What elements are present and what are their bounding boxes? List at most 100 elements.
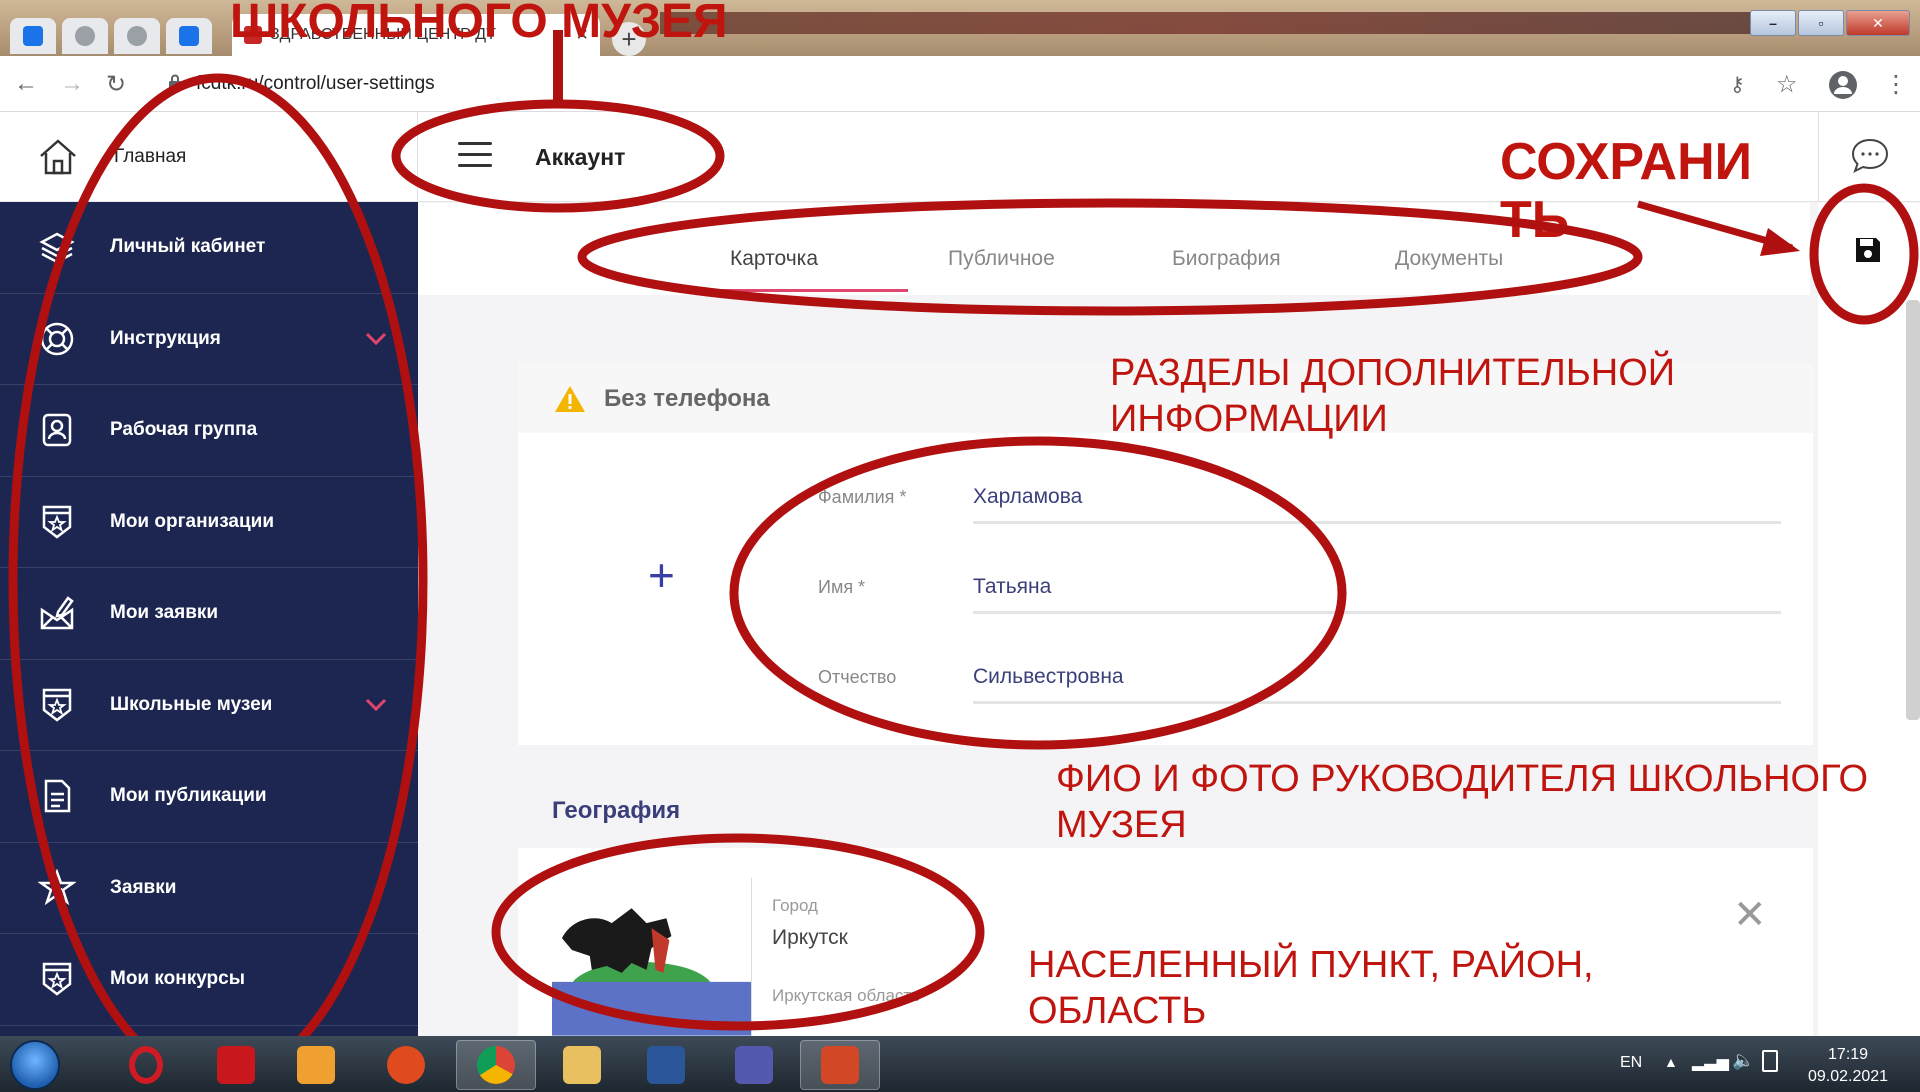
taskbar-app-3[interactable] <box>280 1040 352 1090</box>
chevron-down-icon[interactable] <box>364 326 388 350</box>
tab-public[interactable]: Публичное <box>948 247 1055 271</box>
chevron-down-icon[interactable] <box>364 692 388 716</box>
pinned-tab-globe-1[interactable] <box>62 18 108 54</box>
minimize-button[interactable]: – <box>1750 10 1796 36</box>
warning-text: Без телефона <box>604 385 770 412</box>
taskbar-opera[interactable] <box>110 1040 182 1090</box>
patronymic-field[interactable]: Сильвестровна <box>973 665 1124 689</box>
tray-time: 17:19 <box>1828 1046 1869 1063</box>
sidebar-item-home[interactable]: Главная <box>0 112 418 202</box>
annotation-save-line1: СОХРАНИ <box>1500 133 1753 191</box>
city-label: Город <box>772 896 818 915</box>
sidebar: Главная Личный кабинет Инструкция Рабоча… <box>0 112 418 1036</box>
page-scrollbar[interactable] <box>1906 300 1920 720</box>
windows-start-icon[interactable] <box>10 1040 60 1090</box>
lock-icon <box>169 74 181 91</box>
window-controls: – ▫ ✕ <box>1750 10 1910 36</box>
tray-network-icon[interactable]: ▂▃▅ <box>1692 1052 1729 1072</box>
taskbar-teams[interactable] <box>718 1040 790 1090</box>
folder-icon <box>563 1046 601 1084</box>
sidebar-item-label: Мои конкурсы <box>110 968 245 990</box>
tray-clock[interactable]: 17:19 09.02.2021 <box>1808 1044 1888 1088</box>
annotation-place-line1: НАСЕЛЕННЫЙ ПУНКТ, РАЙОН, <box>1028 944 1594 986</box>
patronymic-underline <box>973 701 1781 704</box>
taskbar-chrome[interactable] <box>456 1040 536 1090</box>
save-floppy-icon[interactable] <box>1852 234 1884 266</box>
tab-card[interactable]: Карточка <box>730 247 818 271</box>
word-icon <box>647 1046 685 1084</box>
tab-biography[interactable]: Биография <box>1172 247 1281 271</box>
background-window-strip <box>660 12 1760 34</box>
remove-location-icon[interactable]: ✕ <box>1733 892 1767 938</box>
chrome-icon <box>477 1046 515 1084</box>
acrobat-icon <box>217 1046 255 1084</box>
tray-show-hidden-icon[interactable]: ▲ <box>1664 1054 1678 1070</box>
sidebar-item-label: Мои организации <box>110 510 275 532</box>
pinned-tab-globe-2[interactable] <box>114 18 160 54</box>
sidebar-item-label: Заявки <box>110 876 177 898</box>
mail-icon <box>23 26 43 46</box>
taskbar-acrobat[interactable] <box>200 1040 272 1090</box>
sidebar-item-my-organizations[interactable]: Мои организации <box>0 477 418 568</box>
right-action-column <box>1818 203 1920 1036</box>
first-name-underline <box>973 611 1781 614</box>
opera-icon <box>129 1046 163 1084</box>
sidebar-item-personal-cabinet[interactable]: Личный кабинет <box>0 202 418 294</box>
sidebar-item-label: Личный кабинет <box>110 236 266 258</box>
surname-field[interactable]: Харламова <box>973 485 1082 509</box>
tray-volume-icon[interactable]: 🔈 <box>1732 1050 1754 1071</box>
tab-documents[interactable]: Документы <box>1395 247 1503 271</box>
sidebar-item-label: Мои заявки <box>110 602 219 624</box>
geography-title: География <box>552 797 681 824</box>
sidebar-item-label: Главная <box>114 145 187 167</box>
lifebuoy-icon <box>40 322 74 355</box>
profile-avatar-icon[interactable] <box>1828 70 1858 100</box>
first-name-field[interactable]: Татьяна <box>973 575 1051 599</box>
tray-power-icon[interactable] <box>1762 1050 1778 1072</box>
star-shield-icon <box>42 688 72 722</box>
header-divider <box>1818 112 1819 202</box>
hamburger-menu-icon[interactable] <box>458 142 492 172</box>
teams-icon <box>735 1046 773 1084</box>
pinned-tab-mail[interactable] <box>10 18 56 54</box>
back-arrow-icon[interactable]: ← <box>14 70 38 98</box>
user-badge-icon <box>42 414 72 447</box>
reload-icon[interactable]: ↻ <box>106 70 126 99</box>
layers-icon <box>39 232 75 264</box>
star-burst-icon <box>38 868 76 905</box>
annotation-fio-line2: МУЗЕЯ <box>1056 804 1187 846</box>
forward-arrow-icon[interactable]: → <box>60 70 84 98</box>
key-icon[interactable]: ⚷ <box>1730 72 1745 97</box>
sidebar-item-my-contests[interactable]: Мои конкурсы <box>0 934 418 1026</box>
taskbar-ccleaner[interactable] <box>370 1040 442 1090</box>
taskbar-word[interactable] <box>630 1040 702 1090</box>
sidebar-item-label: Инструкция <box>110 327 221 349</box>
annotation-place-line2: ОБЛАСТЬ <box>1028 990 1207 1032</box>
surname-label: Фамилия * <box>818 487 907 507</box>
taskbar-explorer[interactable] <box>546 1040 618 1090</box>
sidebar-item-my-publications[interactable]: Мои публикации <box>0 751 418 843</box>
bookmark-star-icon[interactable]: ☆ <box>1776 70 1798 99</box>
annotation-sections-line2: ИНФОРМАЦИИ <box>1110 398 1388 440</box>
sidebar-item-school-museums[interactable]: Школьные музеи <box>0 660 418 751</box>
annotation-fio-line1: ФИО И ФОТО РУКОВОДИТЕЛЯ ШКОЛЬНОГО <box>1056 758 1869 800</box>
annotation-save-label: СОХРАНИ ТЬ <box>1500 133 1752 249</box>
warning-triangle-icon <box>555 386 585 412</box>
url-field[interactable]: fcdtk.ru/control/user-settings <box>196 73 435 95</box>
home-icon <box>40 138 76 174</box>
taskbar-powerpoint[interactable] <box>800 1040 880 1090</box>
sidebar-item-applications[interactable]: Заявки <box>0 843 418 934</box>
powerpoint-icon <box>821 1046 859 1084</box>
add-photo-button[interactable]: + <box>648 548 675 602</box>
sidebar-item-work-group[interactable]: Рабочая группа <box>0 385 418 477</box>
sidebar-item-instruction[interactable]: Инструкция <box>0 294 418 385</box>
chat-bubble-icon[interactable] <box>1848 134 1892 178</box>
maximize-button[interactable]: ▫ <box>1798 10 1844 36</box>
sidebar-item-label: Мои публикации <box>110 785 267 807</box>
browser-menu-icon[interactable]: ⋮ <box>1884 70 1908 99</box>
sidebar-item-my-applications[interactable]: Мои заявки <box>0 568 418 660</box>
tray-language[interactable]: EN <box>1620 1054 1642 1072</box>
pinned-tab-chat[interactable] <box>166 18 212 54</box>
close-window-button[interactable]: ✕ <box>1846 10 1910 36</box>
annotation-fio: ФИО И ФОТО РУКОВОДИТЕЛЯ ШКОЛЬНОГО МУЗЕЯ <box>1056 756 1868 848</box>
